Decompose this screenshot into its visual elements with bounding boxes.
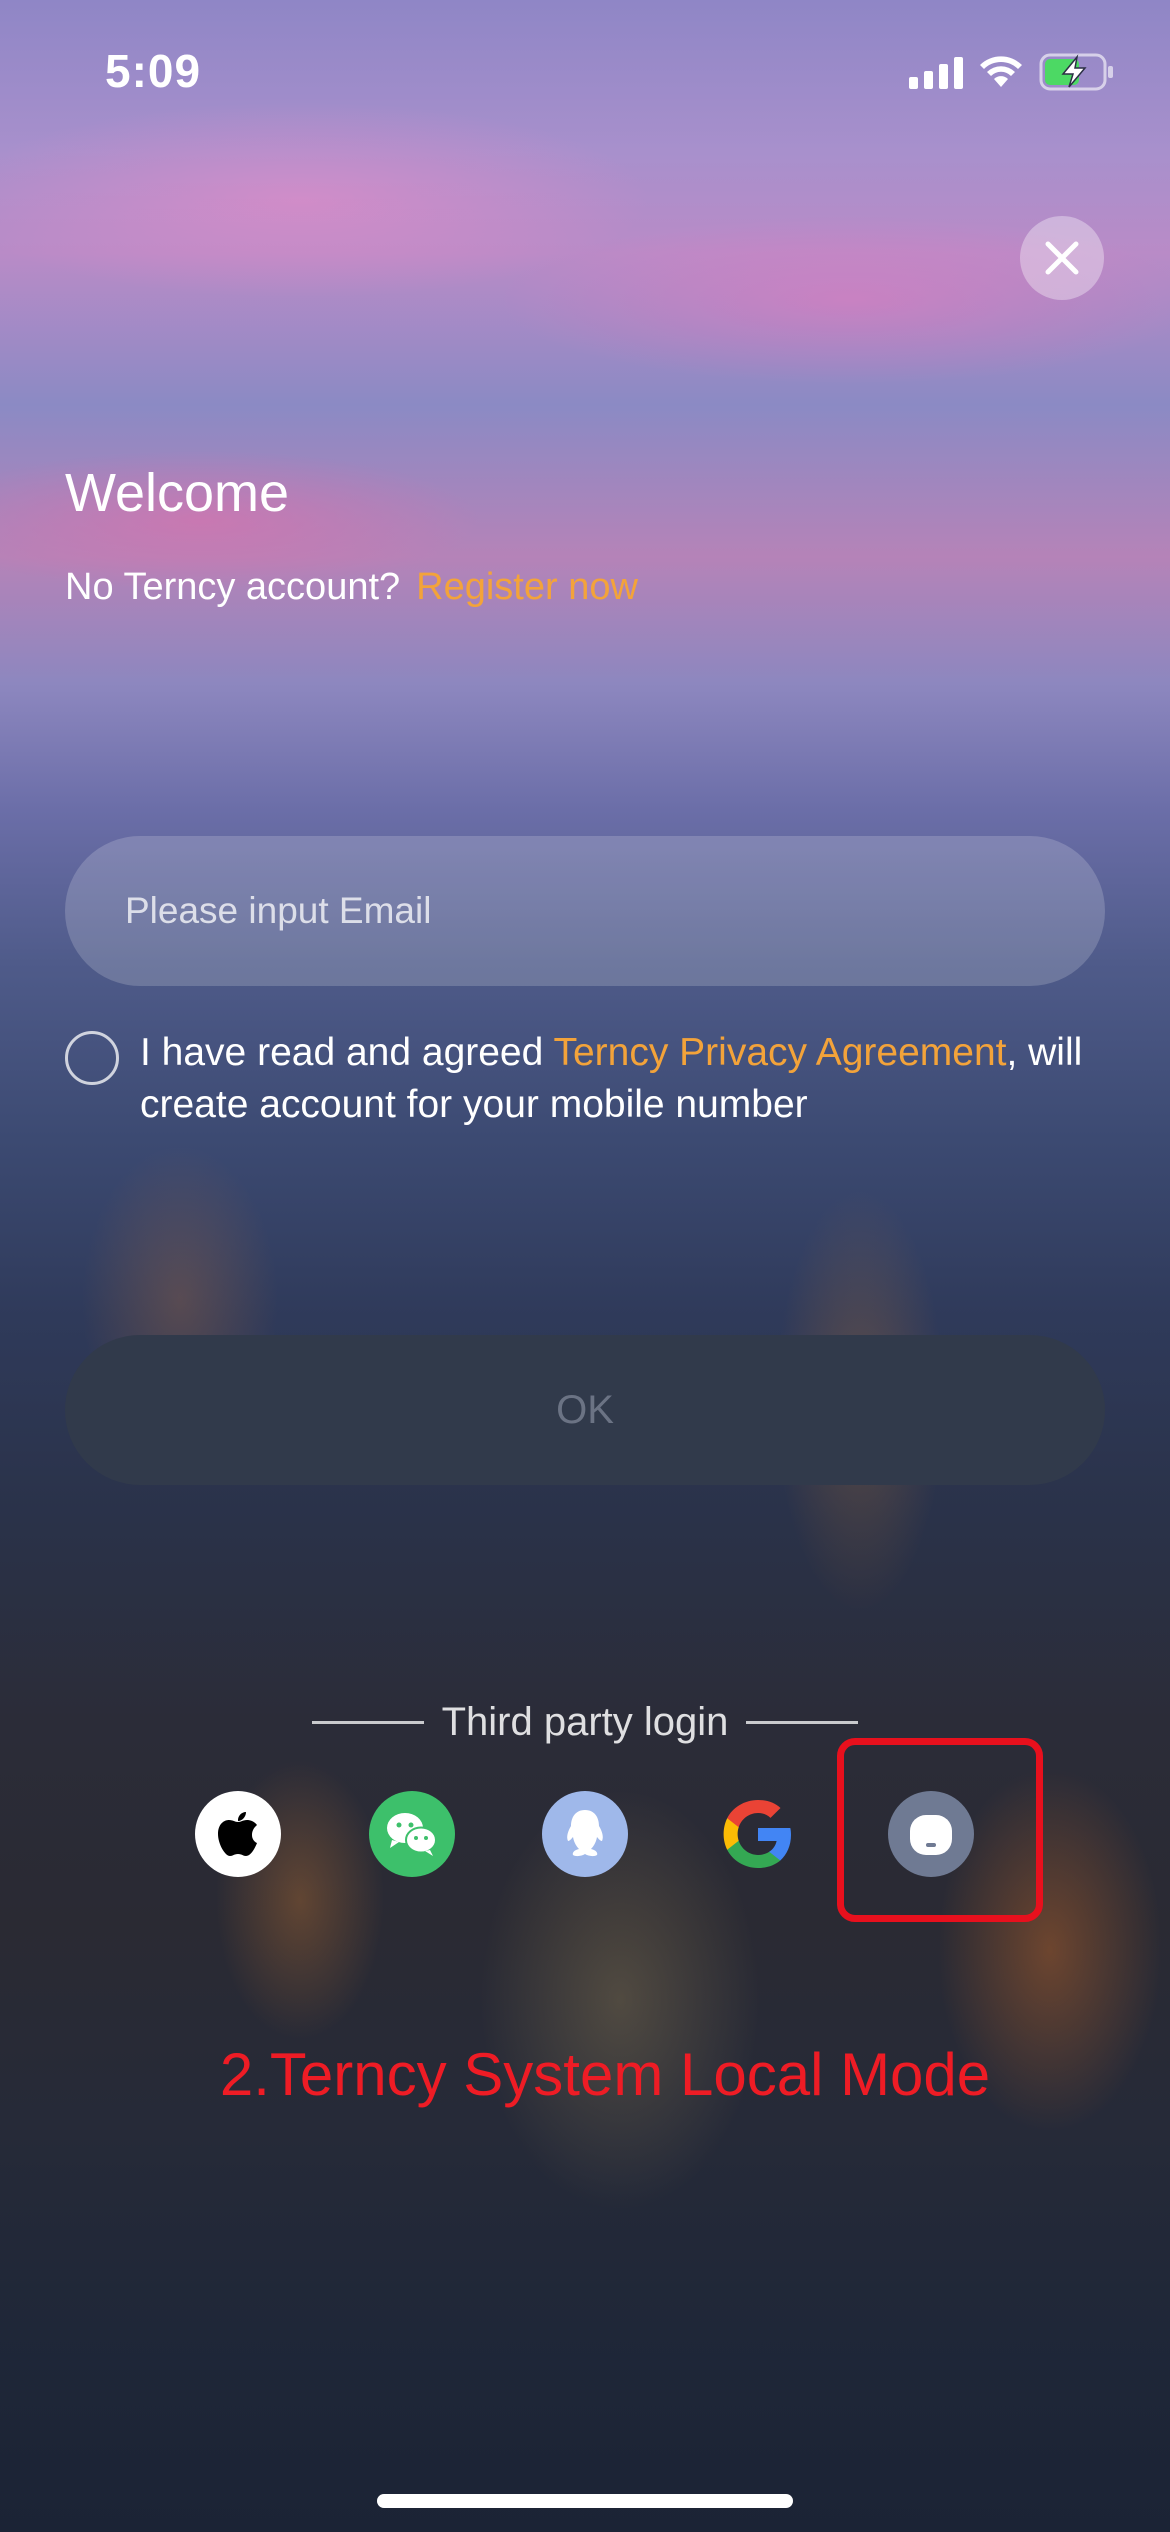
- cellular-signal-icon: [909, 55, 963, 89]
- divider-left: [311, 1721, 424, 1724]
- google-icon: [723, 1800, 791, 1868]
- agreement-text: I have read and agreed Terncy Privacy Ag…: [140, 1027, 1100, 1131]
- close-button[interactable]: [1020, 216, 1104, 300]
- ok-button[interactable]: OK: [65, 1335, 1105, 1485]
- annotation-label: 2.Terncy System Local Mode: [219, 2041, 991, 2108]
- wifi-icon: [980, 56, 1022, 87]
- wechat-login-button[interactable]: [369, 1791, 455, 1877]
- no-account-text: No Terncy account?: [65, 566, 401, 608]
- qq-icon: [567, 1810, 603, 1857]
- status-icons: [909, 52, 1115, 92]
- register-row: No Terncy account? Register now: [65, 566, 638, 609]
- email-input[interactable]: [65, 836, 1105, 986]
- status-time: 5:09: [105, 45, 202, 97]
- wechat-icon: [387, 1813, 437, 1856]
- third-party-login-label: Third party login: [441, 1700, 729, 1744]
- home-indicator[interactable]: [377, 2494, 793, 2508]
- register-now-link[interactable]: Register now: [416, 566, 638, 608]
- apple-login-button[interactable]: [195, 1791, 281, 1877]
- highlight-box: [837, 1738, 1043, 1922]
- agreement-text-before: I have read and agreed: [140, 1031, 554, 1074]
- page-title: Welcome: [65, 463, 290, 523]
- battery-charging-icon: [1039, 53, 1113, 91]
- google-login-button[interactable]: [715, 1791, 801, 1877]
- close-icon: [1045, 241, 1079, 275]
- status-bar: 5:09: [0, 0, 1170, 150]
- agreement-checkbox[interactable]: [65, 1031, 119, 1085]
- divider-right: [746, 1721, 859, 1724]
- qq-login-button[interactable]: [542, 1791, 628, 1877]
- privacy-agreement-link[interactable]: Terncy Privacy Agreement: [553, 1031, 1006, 1074]
- apple-icon: [218, 1812, 257, 1856]
